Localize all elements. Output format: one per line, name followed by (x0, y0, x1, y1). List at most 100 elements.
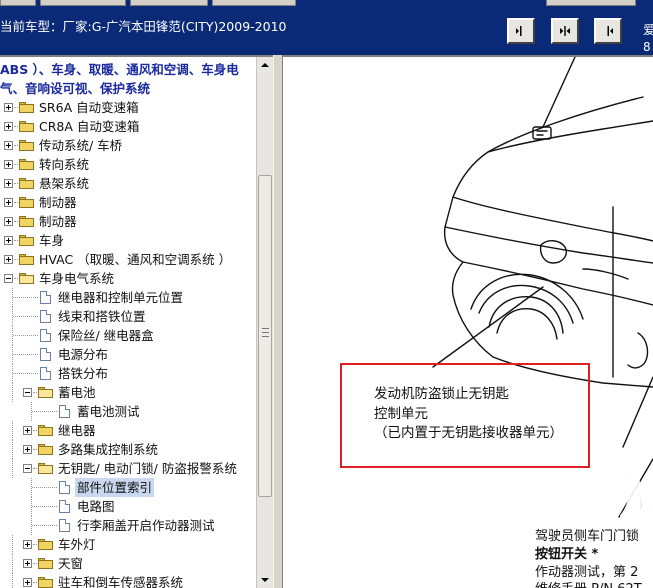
collapse-icon[interactable] (23, 464, 32, 473)
step-left-icon (516, 26, 522, 36)
tree-item[interactable]: 电源分布 (0, 345, 256, 364)
tree-item[interactable]: 无钥匙/ 电动门锁/ 防盗报警系统 (0, 459, 256, 478)
expand-icon[interactable] (23, 445, 32, 454)
expand-icon[interactable] (23, 426, 32, 435)
expand-icon[interactable] (4, 122, 13, 131)
tree-item[interactable]: 线束和搭铁位置 (0, 307, 256, 326)
tree-guide-line (32, 525, 57, 526)
pane-splitter[interactable] (273, 55, 283, 588)
collapse-icon[interactable] (4, 274, 13, 283)
document-icon (59, 481, 70, 494)
tree-item[interactable]: 车外灯 (0, 535, 256, 554)
tree-item[interactable]: 保险丝/ 继电器盒 (0, 326, 256, 345)
tree-guide-line (12, 421, 13, 440)
callout-line-3: （已内置于无钥匙接收器单元） (374, 425, 563, 441)
expand-icon[interactable] (4, 141, 13, 150)
tree-item-label: 车外灯 (58, 537, 96, 552)
folder-icon (19, 235, 34, 246)
current-vehicle-label: 当前车型：厂家:G-广汽本田锋范(CITY)2009-2010 (0, 19, 287, 34)
expand-icon[interactable] (4, 198, 13, 207)
tree-item[interactable]: 车身 (0, 231, 256, 250)
toolbar-tab-2[interactable] (40, 0, 126, 6)
tree-guide-line (32, 506, 57, 507)
toolbar-tab-4[interactable] (212, 0, 296, 6)
document-icon (59, 405, 70, 418)
expand-icon[interactable] (4, 255, 13, 264)
tree-item[interactable]: 行李厢盖开启作动器测试 (0, 516, 256, 535)
tree-item-label: 车身 (39, 233, 65, 248)
tree-item-label: 悬架系统 (39, 176, 90, 191)
tree-guide-line (13, 297, 38, 298)
tree-item[interactable]: 电路图 (0, 497, 256, 516)
tree-item[interactable]: 多路集成控制系统 (0, 440, 256, 459)
tree-item-label: 电路图 (77, 499, 115, 514)
tree-item-label: 行李厢盖开启作动器测试 (77, 518, 215, 533)
tree-guide-line (32, 411, 57, 412)
tree-guide-line (13, 316, 38, 317)
document-icon (40, 310, 51, 323)
tree-item[interactable]: 蓄电池 (0, 383, 256, 402)
expand-icon[interactable] (4, 217, 13, 226)
tree-item-label: 无钥匙/ 电动门锁/ 防盗报警系统 (58, 461, 237, 476)
tree-item-label: HVAC （取暖、通风和空调系统 ） (39, 252, 232, 267)
folder-icon (19, 121, 34, 132)
nav-next-button[interactable] (594, 18, 622, 44)
expand-icon[interactable] (4, 179, 13, 188)
tree-guide-line (12, 554, 13, 573)
side-note-line-1: 驾驶员侧车门门锁 (535, 529, 640, 544)
tree-guide-line (13, 335, 38, 336)
tree-item-label: 转向系统 (39, 157, 90, 172)
folder-icon (38, 425, 53, 436)
scroll-down-button[interactable] (257, 572, 273, 588)
toolbar-tab-3[interactable] (130, 0, 208, 6)
header-side-char-1: 爱 (643, 24, 653, 36)
tree-item[interactable]: 制动器 (0, 212, 256, 231)
folder-icon (19, 178, 34, 189)
tree-item-label: 制动器 (39, 195, 77, 210)
expand-icon[interactable] (4, 103, 13, 112)
tree-item[interactable]: SR6A 自动变速箱 (0, 98, 256, 117)
document-icon (59, 500, 70, 513)
tree-scrollbar[interactable] (256, 57, 273, 588)
folder-icon (19, 216, 34, 227)
tree-heading-line-1: ABS ）、车身、取暖、通风和空调、车身电 (0, 62, 239, 77)
expand-icon[interactable] (23, 559, 32, 568)
collapse-icon[interactable] (23, 388, 32, 397)
expand-icon[interactable] (4, 160, 13, 169)
nav-both-button[interactable] (551, 18, 579, 44)
tree-item-label: 蓄电池 (58, 385, 96, 400)
tree-section-heading[interactable]: ABS ）、车身、取暖、通风和空调、车身电 气、音响设可视、保护系统 (0, 57, 256, 98)
scroll-thumb[interactable] (258, 175, 272, 497)
tree-item[interactable]: 蓄电池测试 (0, 402, 256, 421)
navigation-tree-pane: ABS ）、车身、取暖、通风和空调、车身电 气、音响设可视、保护系统 SR6A … (0, 55, 273, 588)
expand-icon[interactable] (23, 540, 32, 549)
tree-item[interactable]: CR8A 自动变速箱 (0, 117, 256, 136)
header-side-char-2: 8 (643, 41, 651, 53)
tree-item[interactable]: 车身电气系统 (0, 269, 256, 288)
tree-item[interactable]: 传动系统/ 车桥 (0, 136, 256, 155)
tree-item[interactable]: 制动器 (0, 193, 256, 212)
tree-rows: SR6A 自动变速箱 CR8A 自动变速箱 传动系统/ 车桥 转向系统 悬架系统 制动器制… (0, 98, 256, 588)
nav-prev-button[interactable] (507, 18, 535, 44)
expand-icon[interactable] (4, 236, 13, 245)
tree-item[interactable]: 悬架系统 (0, 174, 256, 193)
tree-guide-line (12, 535, 13, 554)
tree-item-label: 蓄电池测试 (77, 404, 140, 419)
folder-open-icon (38, 387, 53, 398)
side-note-line-4: 维修手册 P/N 62T (535, 578, 642, 588)
tree-item[interactable]: HVAC （取暖、通风和空调系统 ） (0, 250, 256, 269)
expand-icon[interactable] (23, 578, 32, 587)
scroll-up-button[interactable] (257, 57, 273, 73)
tree-item[interactable]: 搭铁分布 (0, 364, 256, 383)
toolbar-tab-5[interactable] (546, 0, 636, 6)
tree-item[interactable]: 继电器 (0, 421, 256, 440)
tree-item[interactable]: 驻车和倒车传感器系统 (0, 573, 256, 588)
tree-item[interactable]: 继电器和控制单元位置 (0, 288, 256, 307)
tree-item-label: 制动器 (39, 214, 77, 229)
tree-item[interactable]: 部件位置索引 (0, 478, 256, 497)
tree-item[interactable]: 天窗 (0, 554, 256, 573)
toolbar-tab-1[interactable] (0, 0, 36, 6)
tree-item[interactable]: 转向系统 (0, 155, 256, 174)
tree-item-label: 搭铁分布 (58, 366, 109, 381)
side-note-line-2: 按钮开关 * (535, 547, 599, 562)
